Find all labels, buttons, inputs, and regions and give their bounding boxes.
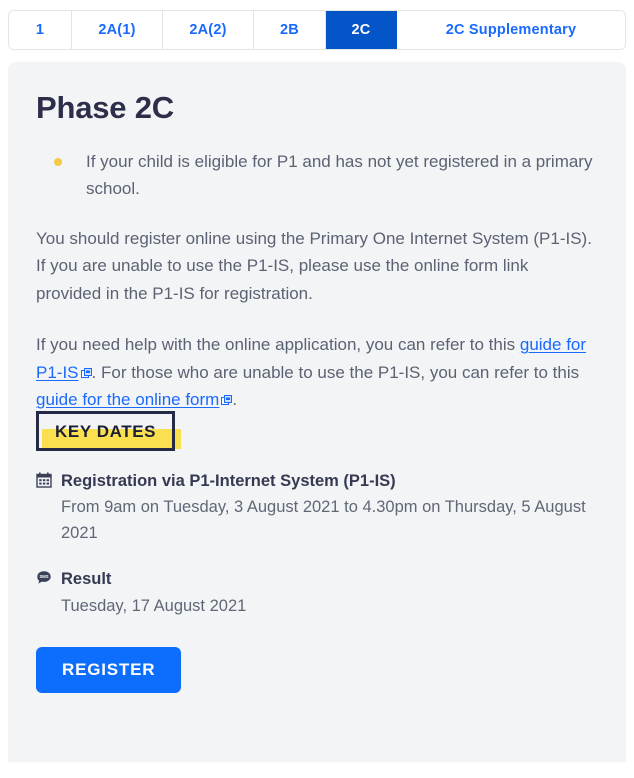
- external-link-icon-2: [221, 395, 233, 406]
- key-date-registration-title: Registration via P1-Internet System (P1-…: [61, 471, 396, 490]
- key-date-result: SMS Result Tuesday, 17 August 2021: [36, 568, 598, 619]
- eligibility-text: If your child is eligible for P1 and has…: [86, 151, 593, 199]
- register-button[interactable]: REGISTER: [36, 647, 182, 694]
- registration-paragraph: You should register online using the Pri…: [36, 228, 592, 303]
- link-guide-for-online-form[interactable]: guide for the online form: [36, 390, 219, 409]
- tab-phase-2c[interactable]: 2C: [326, 11, 397, 49]
- external-link-icon: [80, 367, 92, 379]
- phase-tab-bar: 1 2A(1) 2A(2) 2B 2C 2C Supplementary: [8, 10, 626, 50]
- svg-text:SMS: SMS: [39, 574, 48, 579]
- page-title: Phase 2C: [36, 90, 174, 125]
- help-paragraph: If you need help with the online applica…: [36, 331, 598, 414]
- key-date-result-detail: Tuesday, 17 August 2021: [61, 596, 247, 615]
- key-dates-badge: KEY DATES: [36, 410, 182, 451]
- link-guide-for-online-form-label: guide for the online form: [36, 390, 220, 410]
- key-date-registration-detail: From 9am on Tuesday, 3 August 2021 to 4.…: [61, 498, 586, 542]
- sms-bubble-icon: SMS: [36, 570, 52, 586]
- key-date-result-title: Result: [61, 570, 112, 589]
- key-date-registration: Registration via P1-Internet System (P1-…: [36, 470, 598, 546]
- help-text-post: .: [232, 390, 238, 410]
- bullet-dot-icon: [54, 157, 62, 166]
- help-text-mid: . For those who are unable to use the P1…: [91, 362, 580, 382]
- help-text-pre: If you need help with the online applica…: [36, 335, 520, 355]
- tab-phase-2a2[interactable]: 2A(2): [163, 11, 254, 49]
- tab-phase-2c-supplementary[interactable]: 2C Supplementary: [397, 11, 625, 49]
- key-dates-label: KEY DATES: [36, 410, 176, 451]
- list-item: If your child is eligible for P1 and has…: [36, 148, 598, 203]
- key-date-result-head: SMS Result: [36, 568, 598, 590]
- key-date-registration-head: Registration via P1-Internet System (P1-…: [36, 470, 598, 492]
- eligibility-list: If your child is eligible for P1 and has…: [36, 148, 598, 203]
- phase-content-panel: Phase 2C If your child is eligible for P…: [8, 62, 626, 762]
- calendar-icon: [36, 472, 52, 488]
- tab-phase-2b[interactable]: 2B: [254, 11, 326, 49]
- tab-phase-1[interactable]: 1: [9, 11, 72, 49]
- tab-phase-2a1[interactable]: 2A(1): [72, 11, 163, 49]
- tab-bar-container: 1 2A(1) 2A(2) 2B 2C 2C Supplementary: [0, 0, 634, 50]
